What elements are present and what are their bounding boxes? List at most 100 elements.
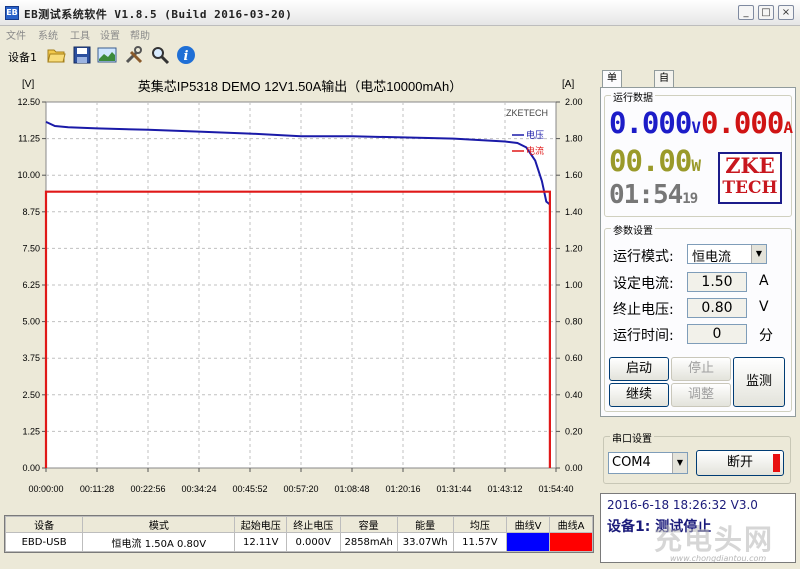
menu-file[interactable]: 文件 xyxy=(6,27,26,42)
adjust-button[interactable]: 调整 xyxy=(671,383,731,407)
y-right-tick-label: 1.40 xyxy=(565,207,583,217)
y-left-tick-label: 3.75 xyxy=(22,353,40,363)
x-tick-label: 01:08:48 xyxy=(334,484,369,494)
curve-a-color-swatch[interactable] xyxy=(549,532,593,552)
watermark-brand: 充电头网 xyxy=(654,523,775,556)
header-avg-voltage: 均压 xyxy=(452,516,508,533)
save-icon[interactable] xyxy=(72,45,92,65)
maximize-button[interactable]: □ xyxy=(758,5,774,20)
run-time-unit: 分 xyxy=(759,328,773,344)
y-right-tick-label: 1.80 xyxy=(565,134,583,144)
serial-label: 串口设置 xyxy=(610,430,654,445)
minimize-button[interactable]: _ xyxy=(738,5,754,20)
y-left-tick-label: 7.50 xyxy=(22,243,40,253)
left-axis-unit: [V] xyxy=(22,79,34,90)
legend-label: 电压 xyxy=(526,129,544,140)
stop-button[interactable]: 停止 xyxy=(671,357,731,381)
start-button[interactable]: 启动 xyxy=(609,357,669,381)
zke-tech-logo: ZKE TECH xyxy=(718,152,782,204)
x-tick-label: 01:20:16 xyxy=(385,484,420,494)
com-port-select[interactable]: COM4 ▼ xyxy=(608,452,688,474)
continue-button[interactable]: 继续 xyxy=(609,383,669,407)
cell-energy: 33.07Wh xyxy=(396,532,454,552)
x-tick-label: 00:00:00 xyxy=(28,484,63,494)
cell-avg-voltage: 11.57V xyxy=(452,532,508,552)
search-icon[interactable] xyxy=(150,45,170,65)
tab-single-test[interactable]: 单次测试 xyxy=(602,70,622,129)
params-label: 参数设置 xyxy=(611,222,655,237)
power-value: 00.00 xyxy=(609,144,692,178)
tab-auto-test[interactable]: 自动测试 xyxy=(654,70,674,129)
elapsed-time-seconds: 19 xyxy=(682,191,698,207)
voltage-readout: 0.000V xyxy=(609,106,701,140)
run-time-label: 运行时间: xyxy=(613,328,674,344)
info-icon[interactable]: i xyxy=(176,45,196,65)
set-current-unit: A xyxy=(759,273,769,289)
menu-tools[interactable]: 工具 xyxy=(70,27,90,42)
close-button[interactable]: × xyxy=(778,5,794,20)
chart-image-icon[interactable] xyxy=(97,45,117,65)
app-icon: EB xyxy=(5,6,19,20)
run-mode-value: 恒电流 xyxy=(692,250,732,265)
chart-watermark: ZKETECH xyxy=(506,108,548,118)
y-right-tick-label: 2.00 xyxy=(565,97,583,107)
cell-end-voltage: 0.000V xyxy=(285,532,341,552)
params-group: 参数设置 运行模式: 恒电流 ▼ 设定电流: 1.50 A 终止电压: 0.80… xyxy=(604,222,792,412)
run-mode-select[interactable]: 恒电流 ▼ xyxy=(687,244,767,265)
header-capacity: 容量 xyxy=(339,516,398,533)
chart-title: 英集芯IP5318 DEMO 12V1.50A输出（电芯10000mAh） xyxy=(138,79,462,94)
serial-panel: 串口设置 COM4 ▼ 断开 xyxy=(600,428,796,490)
legend-label: 电流 xyxy=(526,145,544,156)
y-left-tick-label: 6.25 xyxy=(22,280,40,290)
monitor-button[interactable]: 监测 xyxy=(733,357,785,407)
y-right-tick-label: 0.40 xyxy=(565,390,583,400)
tools-icon[interactable] xyxy=(124,45,144,65)
disconnect-button[interactable]: 断开 xyxy=(696,450,784,476)
y-right-tick-label: 1.00 xyxy=(565,280,583,290)
chevron-down-icon[interactable]: ▼ xyxy=(751,245,766,263)
header-start-voltage: 起始电压 xyxy=(234,516,287,533)
run-data-group: 运行数据 0.000V 0.000A 00.00W 01:5419 ZKE TE… xyxy=(604,89,793,217)
menu-bar: 文件 系统 工具 设置 帮助 xyxy=(0,26,800,42)
x-tick-label: 00:45:52 xyxy=(232,484,267,494)
y-left-tick-label: 0.00 xyxy=(22,463,40,473)
table-row[interactable]: EBD-USB 恒电流 1.50A 0.80V 12.11V 0.000V 28… xyxy=(4,532,593,552)
menu-system[interactable]: 系统 xyxy=(38,27,58,42)
power-unit: W xyxy=(691,156,701,175)
control-panel: 运行数据 0.000V 0.000A 00.00W 01:5419 ZKE TE… xyxy=(600,87,796,417)
open-folder-icon[interactable] xyxy=(46,45,66,65)
logo-line-1: ZKE xyxy=(725,153,775,178)
y-left-tick-label: 8.75 xyxy=(22,207,40,217)
y-right-tick-label: 0.80 xyxy=(565,317,583,327)
results-table: 设备 模式 起始电压 终止电压 容量 能量 均压 曲线V 曲线A EBD-USB… xyxy=(4,515,594,553)
curve-v-color-swatch[interactable] xyxy=(506,532,551,552)
menu-help[interactable]: 帮助 xyxy=(130,27,150,42)
watermark: 充电头网 www.chongdiantou.com xyxy=(652,520,800,568)
right-axis-unit: [A] xyxy=(562,79,574,90)
y-right-tick-label: 0.60 xyxy=(565,353,583,363)
x-tick-label: 01:43:12 xyxy=(487,484,522,494)
y-left-tick-label: 2.50 xyxy=(22,390,40,400)
chevron-down-icon[interactable]: ▼ xyxy=(672,453,687,473)
set-current-field[interactable]: 1.50 xyxy=(687,272,747,292)
x-tick-label: 00:22:56 xyxy=(130,484,165,494)
cell-device: EBD-USB xyxy=(4,532,84,552)
chart-area: 英集芯IP5318 DEMO 12V1.50A输出（电芯10000mAh） [V… xyxy=(0,70,600,510)
current-readout: 0.000A xyxy=(701,106,793,140)
y-left-tick-label: 12.50 xyxy=(17,97,40,107)
header-mode: 模式 xyxy=(82,516,236,533)
x-tick-label: 00:57:20 xyxy=(283,484,318,494)
cutoff-voltage-field[interactable]: 0.80 xyxy=(687,298,747,318)
status-datetime: 2016-6-18 18:26:32 V3.0 xyxy=(607,498,758,512)
connection-indicator xyxy=(773,454,780,472)
voltage-value: 0.000 xyxy=(609,106,692,140)
menu-settings[interactable]: 设置 xyxy=(100,27,120,42)
y-right-tick-label: 0.00 xyxy=(565,463,583,473)
run-time-field[interactable]: 0 xyxy=(687,324,747,344)
logo-line-2: TECH xyxy=(722,178,778,198)
cell-start-voltage: 12.11V xyxy=(234,532,287,552)
device-selector[interactable]: 设备1 xyxy=(8,49,37,65)
header-energy: 能量 xyxy=(396,516,454,533)
x-tick-label: 00:11:28 xyxy=(80,484,114,494)
cutoff-voltage-label: 终止电压: xyxy=(613,302,674,318)
